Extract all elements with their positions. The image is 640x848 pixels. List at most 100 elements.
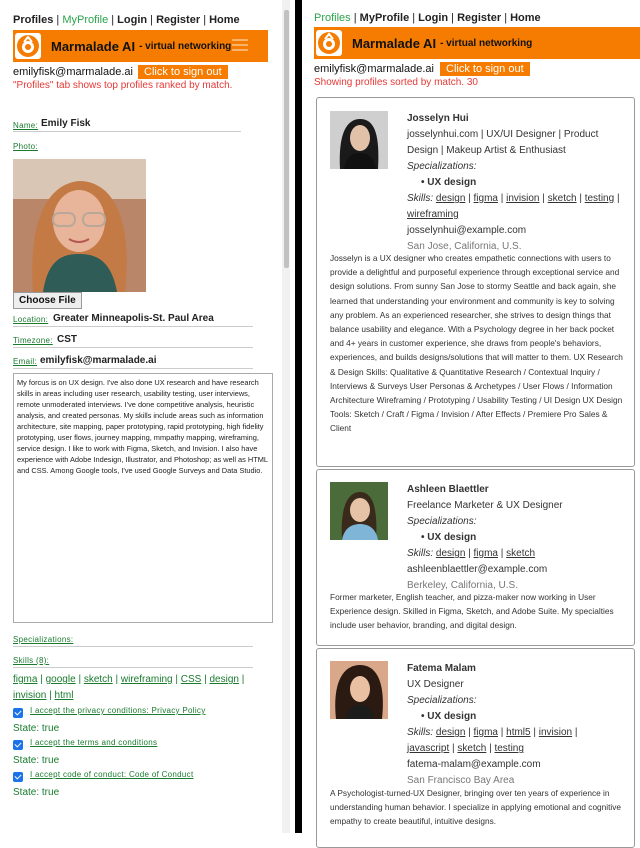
profile-title: UX Designer (407, 679, 464, 690)
nav-login[interactable]: Login (117, 14, 147, 26)
location-value: Greater Minneapolis-St. Paul Area (53, 313, 214, 324)
skill-link[interactable]: invision (506, 193, 539, 204)
privacy-checkbox[interactable] (13, 708, 23, 718)
right-top-nav: Profiles | MyProfile | Login | Register … (314, 12, 541, 24)
skills-label: Skills (8): (13, 656, 50, 665)
skill-link[interactable]: design (210, 674, 239, 685)
app-banner: Marmalade AI - virtual networking (13, 30, 268, 62)
timezone-divider (13, 347, 253, 348)
nav-register[interactable]: Register (156, 14, 200, 26)
skills-divider (13, 667, 253, 668)
nav-home[interactable]: Home (209, 14, 240, 26)
timezone-value: CST (57, 334, 77, 345)
specializations-label: Specializations: (13, 635, 74, 644)
profile-card[interactable]: Ashleen Blaettler Freelance Marketer & U… (316, 469, 635, 646)
name-value: Emily Fisk (41, 118, 91, 129)
skill-link[interactable]: figma (474, 193, 498, 204)
profile-card[interactable]: Fatema Malam UX Designer Specializations… (316, 648, 635, 848)
skill-link[interactable]: testing (494, 743, 523, 754)
left-pane: Profiles | MyProfile | Login | Register … (0, 0, 290, 833)
profile-name: Ashleen Blaettler (407, 484, 489, 495)
terms-state: State: true (13, 755, 60, 766)
skill-link[interactable]: sketch (84, 674, 113, 685)
profile-description: A Psychologist-turned-UX Designer, bring… (330, 788, 622, 827)
right-app-banner: Marmalade AI - virtual networking (314, 27, 640, 59)
avatar (330, 482, 388, 540)
app-logo-icon (15, 33, 41, 59)
app-logo-icon (316, 30, 342, 56)
nav-myprofile[interactable]: MyProfile (62, 14, 108, 26)
skill-link[interactable]: design (436, 727, 465, 738)
profile-title: josselynhui.com | UX/UI Designer | Produ… (407, 129, 599, 156)
profile-info: Ashleen Blaettler Freelance Marketer & U… (407, 482, 622, 594)
app-subtitle: - virtual networking (440, 37, 533, 49)
skill-link[interactable]: sketch (548, 193, 577, 204)
timezone-label: Timezone: (13, 336, 53, 345)
bio-textarea[interactable]: My forcus is on UX design. I've also don… (13, 373, 273, 623)
nav-register[interactable]: Register (457, 12, 501, 24)
email-divider (13, 368, 253, 369)
sign-out-button[interactable]: Click to sign out (138, 65, 228, 79)
privacy-state: State: true (13, 723, 60, 734)
profile-email: josselynhui@example.com (407, 225, 527, 236)
left-scrollbar-thumb[interactable] (284, 10, 289, 268)
app-title: Marmalade AI (352, 35, 437, 51)
conduct-checkbox[interactable] (13, 772, 23, 782)
app-subtitle: - virtual networking (139, 40, 232, 52)
nav-login[interactable]: Login (418, 12, 448, 24)
skill-link[interactable]: design (436, 193, 465, 204)
name-divider (13, 131, 241, 132)
pane-divider (295, 0, 302, 833)
skill-link[interactable]: sketch (506, 548, 535, 559)
spec-item: • UX design (421, 711, 477, 722)
profile-skills: Skills: design | figma | sketch (407, 548, 536, 559)
spec-item: • UX design (421, 177, 477, 188)
skill-link[interactable]: html5 (506, 727, 530, 738)
privacy-label[interactable]: I accept the privacy conditions: Privacy… (30, 706, 206, 715)
terms-checkbox[interactable] (13, 740, 23, 750)
profile-skills: Skills: design | figma | invision | sket… (407, 193, 620, 220)
nav-myprofile[interactable]: MyProfile (360, 12, 410, 24)
location-divider (13, 326, 253, 327)
location-label: Location: (13, 315, 49, 324)
nav-profiles[interactable]: Profiles (314, 12, 351, 24)
info-message: "Profiles" tab shows top profiles ranked… (13, 80, 233, 91)
terms-label[interactable]: I accept the terms and conditions (30, 738, 157, 747)
conduct-state: State: true (13, 787, 60, 798)
hamburger-menu-icon[interactable] (232, 39, 248, 54)
choose-file-button[interactable]: Choose File (13, 292, 82, 309)
profile-photo (13, 159, 146, 292)
email-label: Email: (13, 357, 38, 366)
skill-link[interactable]: wireframing (121, 674, 173, 685)
skill-link[interactable]: testing (585, 193, 614, 204)
skill-link[interactable]: figma (474, 727, 498, 738)
right-user-email: emilyfisk@marmalade.ai (314, 63, 434, 75)
right-sign-out-button[interactable]: Click to sign out (440, 62, 530, 76)
skill-link[interactable]: wireframing (407, 209, 459, 220)
skills-list: figma | google | sketch | wireframing | … (13, 674, 245, 701)
profile-info: Fatema Malam UX Designer Specializations… (407, 661, 622, 789)
skill-link[interactable]: design (436, 548, 465, 559)
skill-link[interactable]: google (46, 674, 76, 685)
avatar (330, 661, 388, 719)
nav-home[interactable]: Home (510, 12, 541, 24)
profile-description: Former marketer, English teacher, and pi… (330, 592, 614, 631)
photo-label: Photo: (13, 142, 38, 151)
skill-link[interactable]: CSS (181, 674, 202, 685)
app-title: Marmalade AI (51, 38, 136, 54)
skill-link[interactable]: html (55, 690, 74, 701)
skill-link[interactable]: invision (13, 690, 46, 701)
skill-link[interactable]: figma (13, 674, 37, 685)
profile-card[interactable]: Josselyn Hui josselynhui.com | UX/UI Des… (316, 97, 635, 467)
skill-link[interactable]: sketch (457, 743, 486, 754)
specializations-divider (13, 646, 253, 647)
nav-profiles[interactable]: Profiles (13, 14, 53, 26)
profile-skills: Skills: design | figma | html5 | invisio… (407, 727, 578, 754)
profile-email: ashleenblaettler@example.com (407, 564, 548, 575)
name-label: Name: (13, 121, 39, 130)
skill-link[interactable]: figma (474, 548, 498, 559)
top-nav: Profiles | MyProfile | Login | Register … (13, 14, 240, 26)
skill-link[interactable]: javascript (407, 743, 449, 754)
conduct-label[interactable]: I accept code of conduct: Code of Conduc… (30, 770, 194, 779)
skill-link[interactable]: invision (539, 727, 572, 738)
